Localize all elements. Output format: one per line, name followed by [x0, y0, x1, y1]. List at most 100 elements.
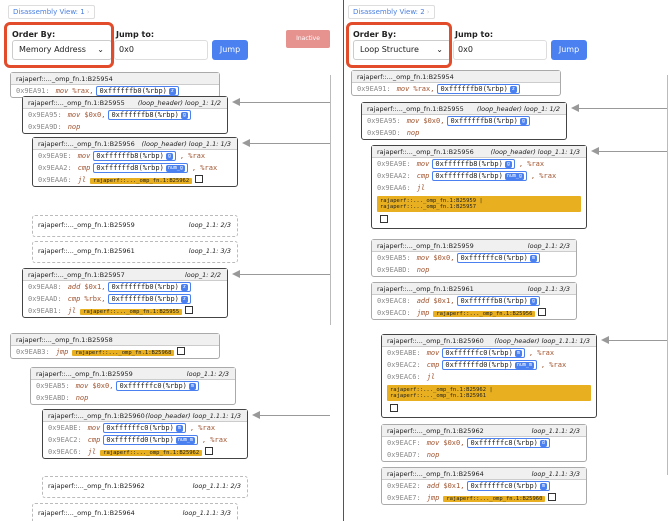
jump-target-link[interactable]: rajaperf::..._omp_fn.1:B25961 — [390, 393, 588, 399]
variable-badge[interactable]: num_g — [165, 165, 185, 172]
basic-block[interactable]: rajaperf::..._omp_fn.1:B25959 loop_1.1: 2… — [30, 367, 236, 405]
basic-block[interactable]: rajaperf::..._omp_fn.1:B25962 loop_1.1.1:… — [381, 424, 587, 462]
variable-badge[interactable]: m — [514, 350, 522, 357]
instruction-row[interactable]: 0x9EACF: mov $0x0, 0xffffffc8(%rbp) d — [382, 437, 586, 449]
variable-badge[interactable]: num_m — [175, 437, 195, 444]
instruction-row[interactable]: 0x9EA9E: mov 0xffffffb8(%rbp) g, %rax — [33, 150, 237, 162]
instruction-row[interactable]: 0x9EABE: mov 0xffffffc0(%rbp) m, %rax — [382, 347, 596, 359]
instruction-row[interactable]: 0x9EACD: jmp rajaperf::..._omp_fn.1:B25956 — [372, 307, 576, 319]
instruction-row[interactable]: 0x9EAAD: cmp %rbx, 0xffffffb0(%rbp) z — [23, 293, 227, 305]
variable-badge[interactable]: m — [188, 383, 196, 390]
jump-target-list[interactable]: rajaperf::..._omp_fn.1:B25962 | rajaperf:… — [387, 385, 591, 401]
memory-operand[interactable]: 0xffffffb0(%rbp) z — [108, 282, 191, 292]
basic-block[interactable]: rajaperf::..._omp_fn.1:B25960 (loop_heade… — [42, 409, 248, 459]
variable-badge[interactable]: g — [529, 298, 537, 305]
basic-block[interactable]: rajaperf::..._omp_fn.1:B25959 loop_1.1: 2… — [371, 239, 577, 277]
instruction-row[interactable]: 0x9EAA6: jl — [372, 182, 586, 194]
instruction-row[interactable]: 0x9EAC8: add $0x1, 0xffffffb8(%rbp) g — [372, 295, 576, 307]
instruction-row[interactable]: 0x9EAE7: jmp rajaperf::..._omp_fn.1:B25960 — [382, 492, 586, 504]
instruction-row[interactable]: 0x9EA95: mov $0x0, 0xffffffb8(%rbp) g — [23, 109, 227, 121]
basic-block[interactable]: rajaperf::..._omp_fn.1:B25961 loop_1.1: 3… — [32, 241, 238, 263]
basic-block[interactable]: rajaperf::..._omp_fn.1:B25956 (loop_heade… — [371, 145, 587, 229]
memory-operand[interactable]: 0xffffffc0(%rbp) m — [116, 381, 199, 391]
memory-operand[interactable]: 0xffffffd0(%rbp) num_m — [103, 435, 198, 445]
jump-target-link[interactable]: rajaperf::..._omp_fn.1:B25955 — [80, 309, 183, 315]
instruction-row[interactable]: 0x9EABE: mov 0xffffffc0(%rbp) m, %rax — [43, 422, 247, 434]
basic-block[interactable]: rajaperf::..._omp_fn.1:B25960 (loop_heade… — [381, 334, 597, 418]
jump-input[interactable]: 0x0 — [114, 40, 208, 60]
memory-operand[interactable]: 0xffffffc8(%rbp) d — [467, 438, 550, 448]
instruction-row[interactable]: 0x9EAA2: cmp 0xffffffd8(%rbp) num_g, %rax — [33, 162, 237, 174]
instruction-row[interactable]: 0x9EABD: nop — [372, 264, 576, 276]
instruction-row[interactable]: 0x9EAC6: jl rajaperf::..._omp_fn.1:B25962 — [43, 446, 247, 458]
instruction-row[interactable]: 0x9EAB1: jl rajaperf::..._omp_fn.1:B25955 — [23, 305, 227, 317]
basic-block[interactable]: rajaperf::..._omp_fn.1:B25964 loop_1.1.1:… — [32, 503, 238, 521]
instruction-row[interactable]: 0x9EA9E: mov 0xffffffb8(%rbp) g, %rax — [372, 158, 586, 170]
jump-target-link[interactable]: rajaperf::..._omp_fn.1:B25956 — [433, 311, 536, 317]
instruction-row[interactable]: 0x9EA9D: nop — [23, 121, 227, 133]
jump-target-list[interactable]: rajaperf::..._omp_fn.1:B25959 | rajaperf:… — [377, 196, 581, 212]
memory-operand[interactable]: 0xffffffc0(%rbp) m — [457, 253, 540, 263]
instruction-row[interactable]: 0x9EAA2: cmp 0xffffffd8(%rbp) num_g, %rax — [372, 170, 586, 182]
external-link-icon[interactable] — [390, 404, 398, 412]
instruction-row[interactable]: 0x9EAB5: mov $0x0, 0xffffffc0(%rbp) m — [372, 252, 576, 264]
instruction-row[interactable]: 0x9EA95: mov $0x0, 0xffffffb8(%rbp) g — [362, 115, 566, 127]
memory-operand[interactable]: 0xffffffb0(%rbp) z — [437, 84, 520, 94]
instruction-row[interactable]: 0x9EAC2: cmp 0xffffffd0(%rbp) num_m, %rax — [382, 359, 596, 371]
memory-operand[interactable]: 0xffffffd8(%rbp) num_g — [93, 163, 188, 173]
external-link-icon[interactable] — [548, 493, 557, 501]
instruction-row[interactable]: 0x9EA91: mov %rax, 0xffffffb0(%rbp) z — [352, 83, 560, 95]
memory-operand[interactable]: 0xffffffb8(%rbp) g — [457, 296, 540, 306]
jump-button[interactable]: Jump — [551, 40, 587, 60]
basic-block[interactable]: rajaperf::..._omp_fn.1:B25955 (loop_heade… — [361, 102, 567, 140]
basic-block[interactable]: rajaperf::..._omp_fn.1:B25956 (loop_heade… — [32, 137, 238, 187]
instruction-row[interactable]: 0x9EAB3: jmp rajaperf::..._omp_fn.1:B25968 — [11, 346, 219, 358]
variable-badge[interactable]: m — [539, 483, 547, 490]
basic-block[interactable]: rajaperf::..._omp_fn.1:B25964 loop_1.1.1:… — [381, 467, 587, 505]
variable-badge[interactable]: z — [168, 88, 176, 95]
variable-badge[interactable]: num_m — [514, 362, 534, 369]
memory-operand[interactable]: 0xffffffb0(%rbp) z — [96, 86, 179, 96]
memory-operand[interactable]: 0xffffffb0(%rbp) z — [108, 294, 191, 304]
external-link-icon[interactable] — [177, 347, 186, 355]
instruction-row[interactable]: 0x9EAC2: cmp 0xffffffd0(%rbp) num_m, %rax — [43, 434, 247, 446]
jump-target-link[interactable]: rajaperf::..._omp_fn.1:B25968 — [72, 350, 175, 356]
instruction-row[interactable]: 0x9EAA8: add $0x1, 0xffffffb0(%rbp) z — [23, 281, 227, 293]
instruction-row[interactable]: 0x9EA9D: nop — [362, 127, 566, 139]
variable-badge[interactable]: z — [509, 86, 517, 93]
basic-block[interactable]: rajaperf::..._omp_fn.1:B25961 loop_1.1: 3… — [371, 282, 577, 320]
memory-operand[interactable]: 0xffffffd8(%rbp) num_g — [432, 171, 527, 181]
variable-badge[interactable]: z — [180, 296, 188, 303]
basic-block[interactable]: rajaperf::..._omp_fn.1:B25958 0x9EAB3: jmp… — [10, 333, 220, 359]
basic-block[interactable]: rajaperf::..._omp_fn.1:B25959 loop_1.1: 2… — [32, 215, 238, 237]
jump-target-link[interactable]: rajaperf::..._omp_fn.1:B25957 — [380, 204, 578, 210]
instruction-row[interactable]: 0x9EABD: nop — [31, 392, 235, 404]
jump-target-link[interactable]: rajaperf::..._omp_fn.1:B25962 — [100, 450, 203, 456]
variable-badge[interactable]: z — [180, 284, 188, 291]
memory-operand[interactable]: 0xffffffb8(%rbp) g — [432, 159, 515, 169]
external-link-icon[interactable] — [185, 306, 194, 314]
panel-tab[interactable]: Disassembly View: 2 › — [348, 5, 435, 19]
memory-operand[interactable]: 0xffffffb8(%rbp) g — [108, 110, 191, 120]
memory-operand[interactable]: 0xffffffd0(%rbp) num_m — [442, 360, 537, 370]
variable-badge[interactable]: m — [175, 425, 183, 432]
basic-block[interactable]: rajaperf::..._omp_fn.1:B25955 (loop_heade… — [22, 96, 228, 134]
basic-block[interactable]: rajaperf::..._omp_fn.1:B25954 0x9EA91: mov… — [10, 72, 220, 98]
instruction-row[interactable]: 0x9EAA6: jl rajaperf::..._omp_fn.1:B25962 — [33, 174, 237, 186]
variable-badge[interactable]: m — [529, 255, 537, 262]
panel-tab[interactable]: Disassembly View: 1 › — [8, 5, 95, 19]
variable-badge[interactable]: num_g — [504, 173, 524, 180]
close-icon[interactable]: › — [427, 8, 430, 16]
variable-badge[interactable]: d — [539, 440, 547, 447]
variable-badge[interactable]: g — [165, 153, 173, 160]
memory-operand[interactable]: 0xffffffc0(%rbp) m — [442, 348, 525, 358]
external-link-icon[interactable] — [538, 308, 547, 316]
external-link-icon[interactable] — [195, 175, 204, 183]
basic-block[interactable]: rajaperf::..._omp_fn.1:B25962 loop_1.1.1:… — [42, 476, 248, 498]
external-link-icon[interactable] — [205, 447, 214, 455]
variable-badge[interactable]: g — [519, 118, 527, 125]
memory-operand[interactable]: 0xffffffb8(%rbp) g — [93, 151, 176, 161]
jump-button[interactable]: Jump — [212, 40, 248, 60]
basic-block[interactable]: rajaperf::..._omp_fn.1:B25957 loop_1: 2/2… — [22, 268, 228, 318]
inactive-button[interactable]: Inactive — [286, 30, 330, 48]
